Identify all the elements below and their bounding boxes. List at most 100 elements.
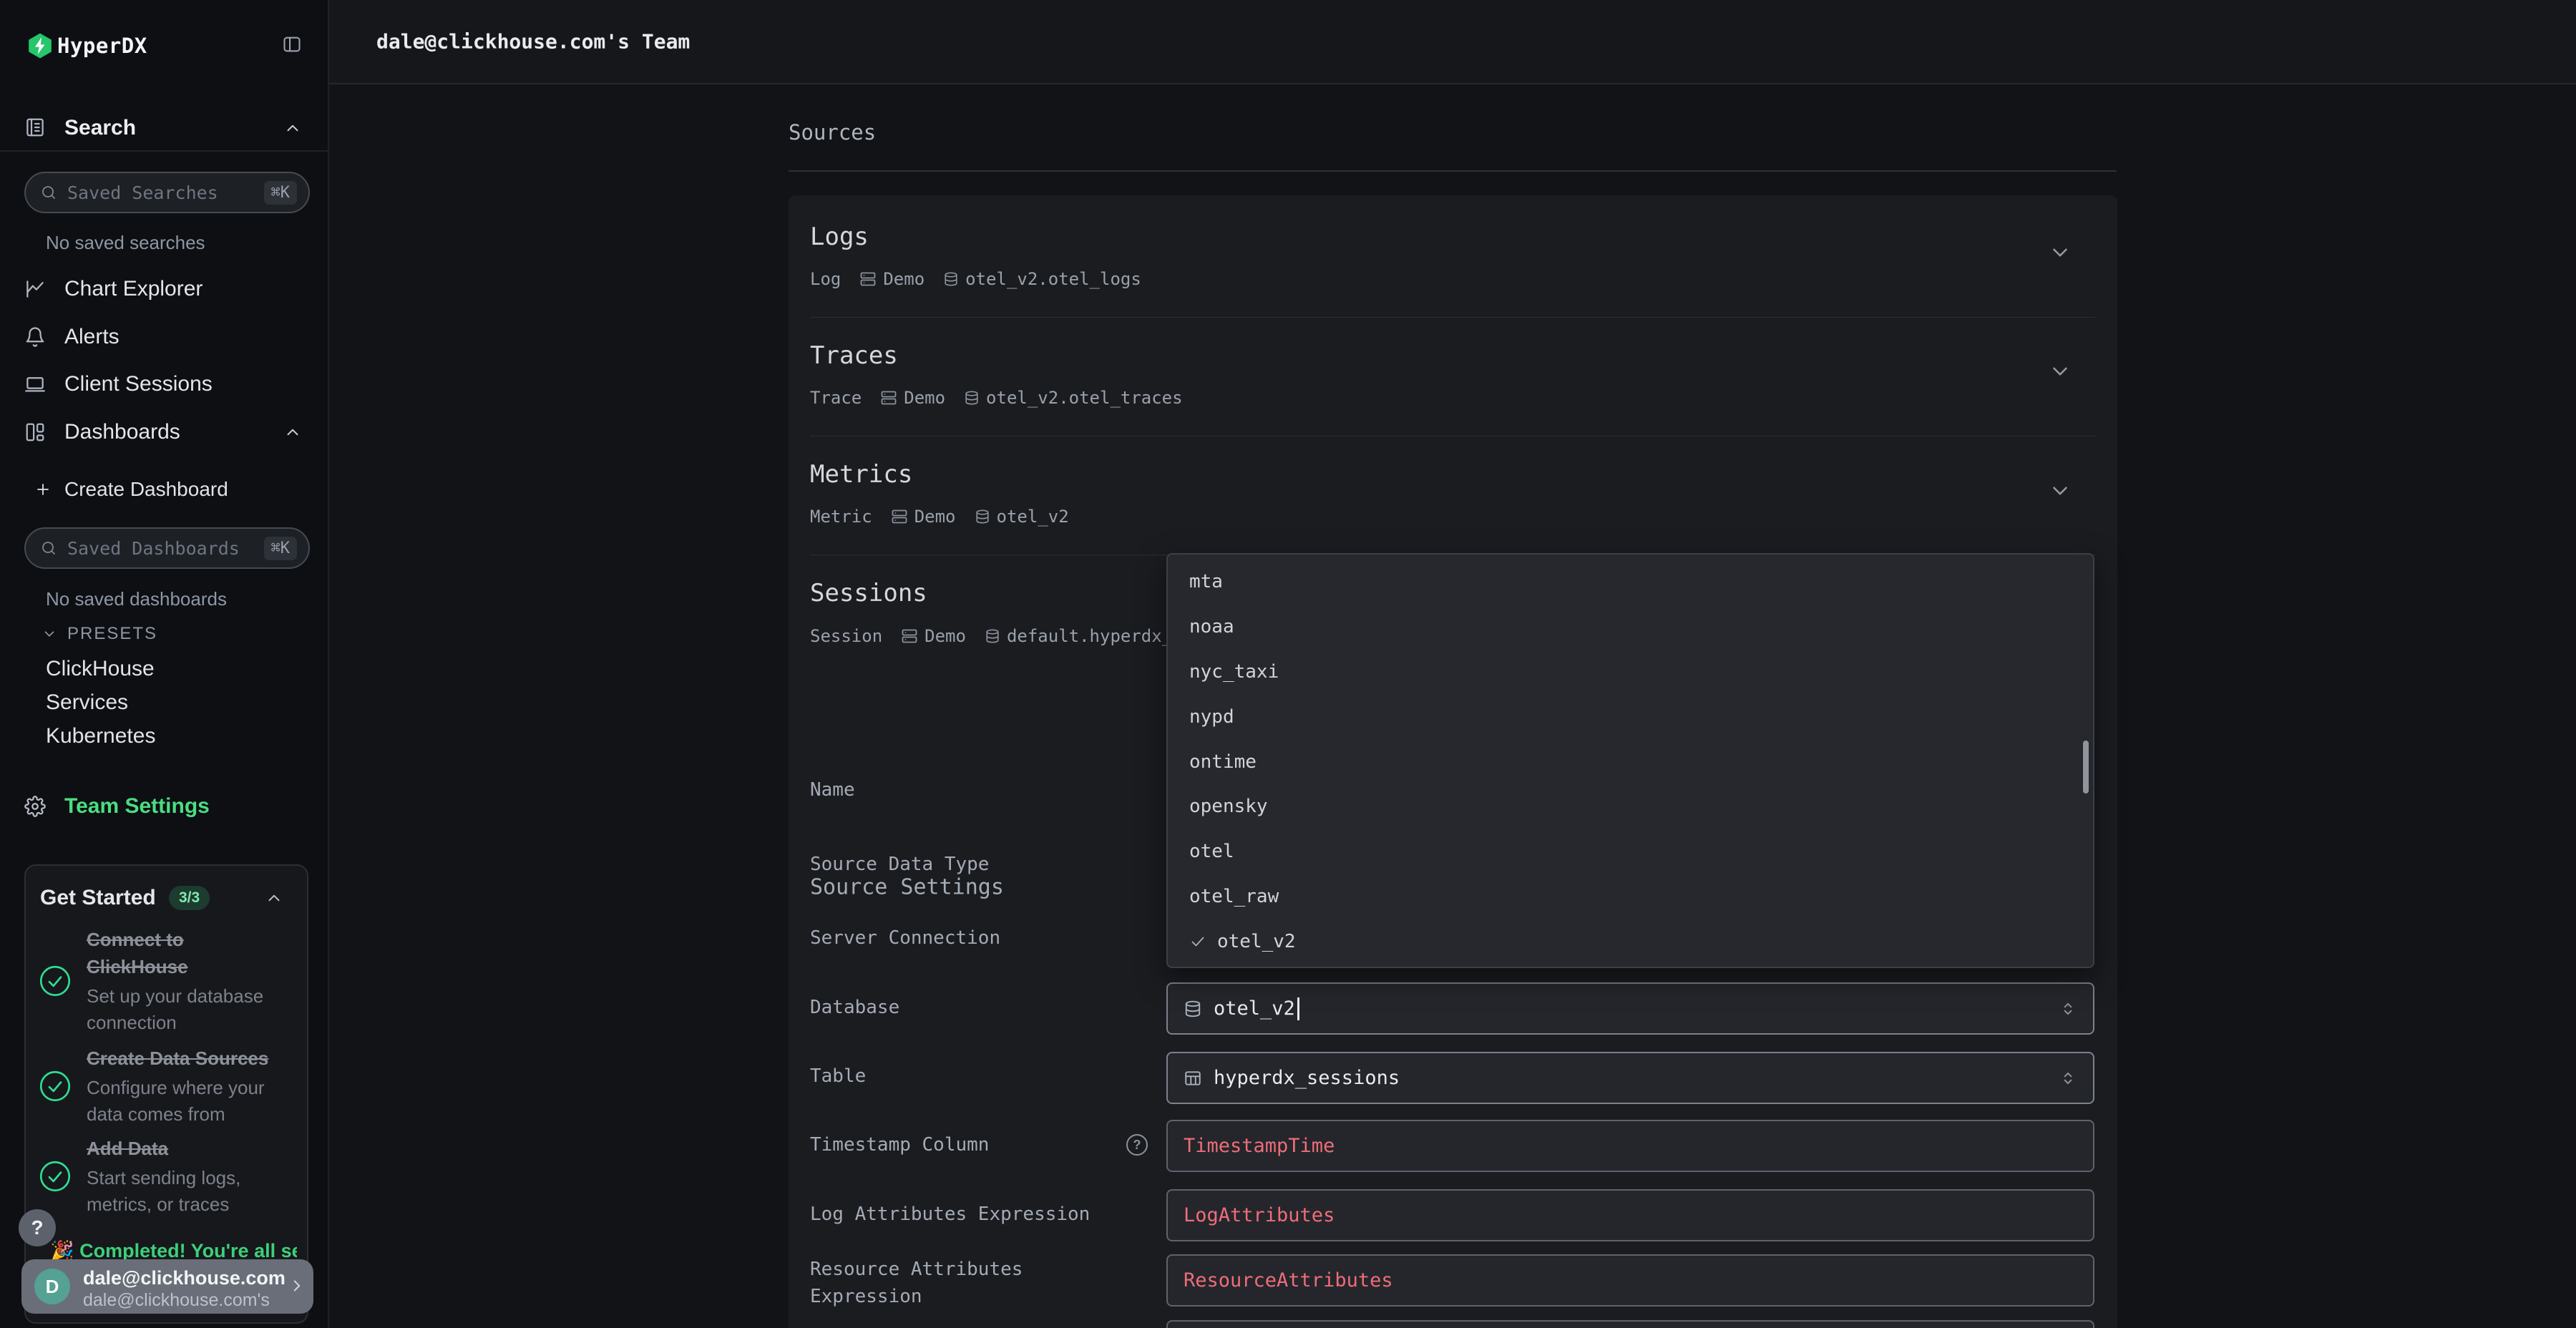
- preset-kubernetes[interactable]: Kubernetes: [46, 724, 155, 748]
- logo-row: HyperDX: [0, 21, 329, 70]
- checklist-item-connect[interactable]: Connect to ClickHouse Set up your databa…: [39, 926, 293, 1036]
- checklist-item-sources[interactable]: Create Data Sources Configure where your…: [39, 1045, 293, 1128]
- table-name: default.hyperdx_s: [1007, 626, 1171, 646]
- chevron-up-icon[interactable]: [265, 889, 283, 907]
- table-label: Table: [810, 1063, 1125, 1090]
- user-email: dale@clickhouse.com: [83, 1267, 286, 1289]
- saved-dashboards-input[interactable]: Saved Dashboards ⌘K: [24, 527, 310, 569]
- connection-name: Demo: [924, 626, 966, 646]
- get-started-header[interactable]: Get Started 3/3: [26, 882, 307, 914]
- sidebar-item-label: Chart Explorer: [64, 277, 203, 301]
- resource-attributes-label: Resource Attributes Expression: [810, 1256, 1125, 1310]
- dropdown-option-mta[interactable]: mta: [1168, 560, 2093, 605]
- timestamp-column-input[interactable]: TimestampTime: [1166, 1120, 2094, 1172]
- check-circle-icon: [39, 965, 72, 997]
- database-select[interactable]: otel_v2: [1166, 982, 2094, 1035]
- server-icon: [901, 628, 918, 645]
- dropdown-option-otel-raw[interactable]: otel_raw: [1168, 874, 2093, 919]
- source-type: Trace: [810, 388, 862, 408]
- select-caret-icon[interactable]: [2059, 998, 2077, 1020]
- resource-attributes-input[interactable]: ResourceAttributes: [1166, 1254, 2094, 1307]
- presets-label: PRESETS: [67, 624, 157, 644]
- team-title: dale@clickhouse.com's Team: [376, 30, 690, 54]
- table-name: otel_v2.otel_traces: [986, 388, 1183, 408]
- search-section-icon: [24, 116, 46, 139]
- source-meta: Session Demo default.hyperdx_s: [810, 626, 1171, 646]
- search-section-label: Search: [64, 116, 136, 140]
- sidebar-item-search[interactable]: Search: [0, 106, 329, 150]
- dropdown-option-opensky[interactable]: opensky: [1168, 784, 2093, 829]
- sidebar-item-team-settings[interactable]: Team Settings: [0, 783, 329, 829]
- team-settings-label: Team Settings: [64, 794, 210, 819]
- checklist-item-subtitle: Configure where your data comes from: [87, 1075, 290, 1128]
- chevron-down-icon[interactable]: [2048, 479, 2072, 503]
- user-menu[interactable]: D dale@clickhouse.com dale@clickhouse.co…: [21, 1259, 313, 1314]
- source-type: Log: [810, 269, 841, 289]
- preset-services[interactable]: Services: [46, 690, 128, 715]
- table-icon: [1184, 1069, 1202, 1088]
- dropdown-scrollbar[interactable]: [2083, 741, 2089, 794]
- dropdown-option-otel-v2[interactable]: otel_v2: [1168, 919, 2093, 964]
- avatar: D: [34, 1269, 70, 1304]
- server-icon: [880, 389, 897, 406]
- laptop-icon: [24, 374, 46, 395]
- progress-badge: 3/3: [169, 886, 210, 910]
- dropdown-option-label: otel_v2: [1217, 931, 1296, 952]
- sidebar: HyperDX Search Saved Searches ⌘K No save…: [0, 0, 329, 1328]
- no-saved-dashboards-text: No saved dashboards: [46, 588, 227, 610]
- user-team: dale@clickhouse.com's: [83, 1290, 270, 1311]
- table-select[interactable]: hyperdx_sessions: [1166, 1052, 2094, 1104]
- sidebar-item-chart-explorer[interactable]: Chart Explorer: [0, 267, 329, 311]
- app-title: HyperDX: [57, 34, 147, 58]
- checklist-item-title: Create Data Sources: [87, 1045, 290, 1072]
- source-meta: Log Demo otel_v2.otel_logs: [810, 269, 1141, 289]
- chevron-up-icon[interactable]: [283, 423, 302, 441]
- collapse-sidebar-icon[interactable]: [278, 30, 306, 59]
- chevron-down-icon[interactable]: [2048, 240, 2072, 265]
- source-settings-title: Source Settings: [810, 875, 1004, 900]
- source-type: Metric: [810, 507, 872, 527]
- presets-toggle[interactable]: PRESETS: [42, 620, 157, 648]
- chevron-up-icon[interactable]: [283, 119, 302, 137]
- next-input-partial[interactable]: [1166, 1320, 2094, 1328]
- sidebar-item-dashboards[interactable]: Dashboards: [0, 410, 329, 454]
- table-name: otel_v2.otel_logs: [965, 269, 1141, 289]
- plus-icon: [34, 481, 52, 498]
- timestamp-column-value: TimestampTime: [1184, 1135, 1335, 1157]
- database-value: otel_v2: [1214, 997, 1295, 1020]
- source-title: Metrics: [810, 460, 912, 489]
- source-title: Logs: [810, 223, 869, 251]
- checklist-item-subtitle: Start sending logs, metrics, or traces: [87, 1165, 290, 1218]
- source-meta: Trace Demo otel_v2.otel_traces: [810, 388, 1183, 408]
- preset-clickhouse[interactable]: ClickHouse: [46, 657, 155, 681]
- shortcut-badge: ⌘K: [264, 181, 298, 205]
- select-caret-icon[interactable]: [2059, 1068, 2077, 1089]
- log-attributes-input[interactable]: LogAttributes: [1166, 1189, 2094, 1241]
- create-dashboard-label: Create Dashboard: [64, 478, 228, 501]
- dropdown-option-noaa[interactable]: noaa: [1168, 605, 2093, 650]
- create-dashboard-button[interactable]: Create Dashboard: [0, 469, 329, 509]
- sidebar-item-alerts[interactable]: Alerts: [0, 315, 329, 359]
- dropdown-option-otel[interactable]: otel: [1168, 829, 2093, 874]
- saved-searches-input[interactable]: Saved Searches ⌘K: [24, 172, 310, 213]
- chevron-down-icon[interactable]: [2048, 359, 2072, 384]
- saved-dashboards-placeholder: Saved Dashboards: [67, 538, 264, 559]
- source-type: Session: [810, 626, 882, 646]
- chevron-down-icon: [42, 626, 57, 642]
- sidebar-item-client-sessions[interactable]: Client Sessions: [0, 362, 329, 406]
- table-value: hyperdx_sessions: [1214, 1067, 1400, 1089]
- source-title: Traces: [810, 341, 898, 370]
- layout-grid-icon: [24, 421, 46, 443]
- database-dropdown: mta noaa nyc_taxi nypd ontime opensky ot…: [1166, 553, 2094, 968]
- checklist-item-add-data[interactable]: Add Data Start sending logs, metrics, or…: [39, 1135, 293, 1218]
- dropdown-option-nypd[interactable]: nypd: [1168, 694, 2093, 739]
- connection-name: Demo: [914, 507, 956, 527]
- dropdown-option-ontime[interactable]: ontime: [1168, 739, 2093, 784]
- sidebar-item-label: Client Sessions: [64, 372, 213, 396]
- help-button[interactable]: ?: [19, 1209, 56, 1246]
- help-icon[interactable]: ?: [1126, 1134, 1148, 1156]
- dropdown-option-nyc-taxi[interactable]: nyc_taxi: [1168, 650, 2093, 695]
- server-icon: [891, 508, 908, 525]
- check-circle-icon: [39, 1070, 72, 1103]
- no-saved-searches-text: No saved searches: [46, 232, 205, 254]
